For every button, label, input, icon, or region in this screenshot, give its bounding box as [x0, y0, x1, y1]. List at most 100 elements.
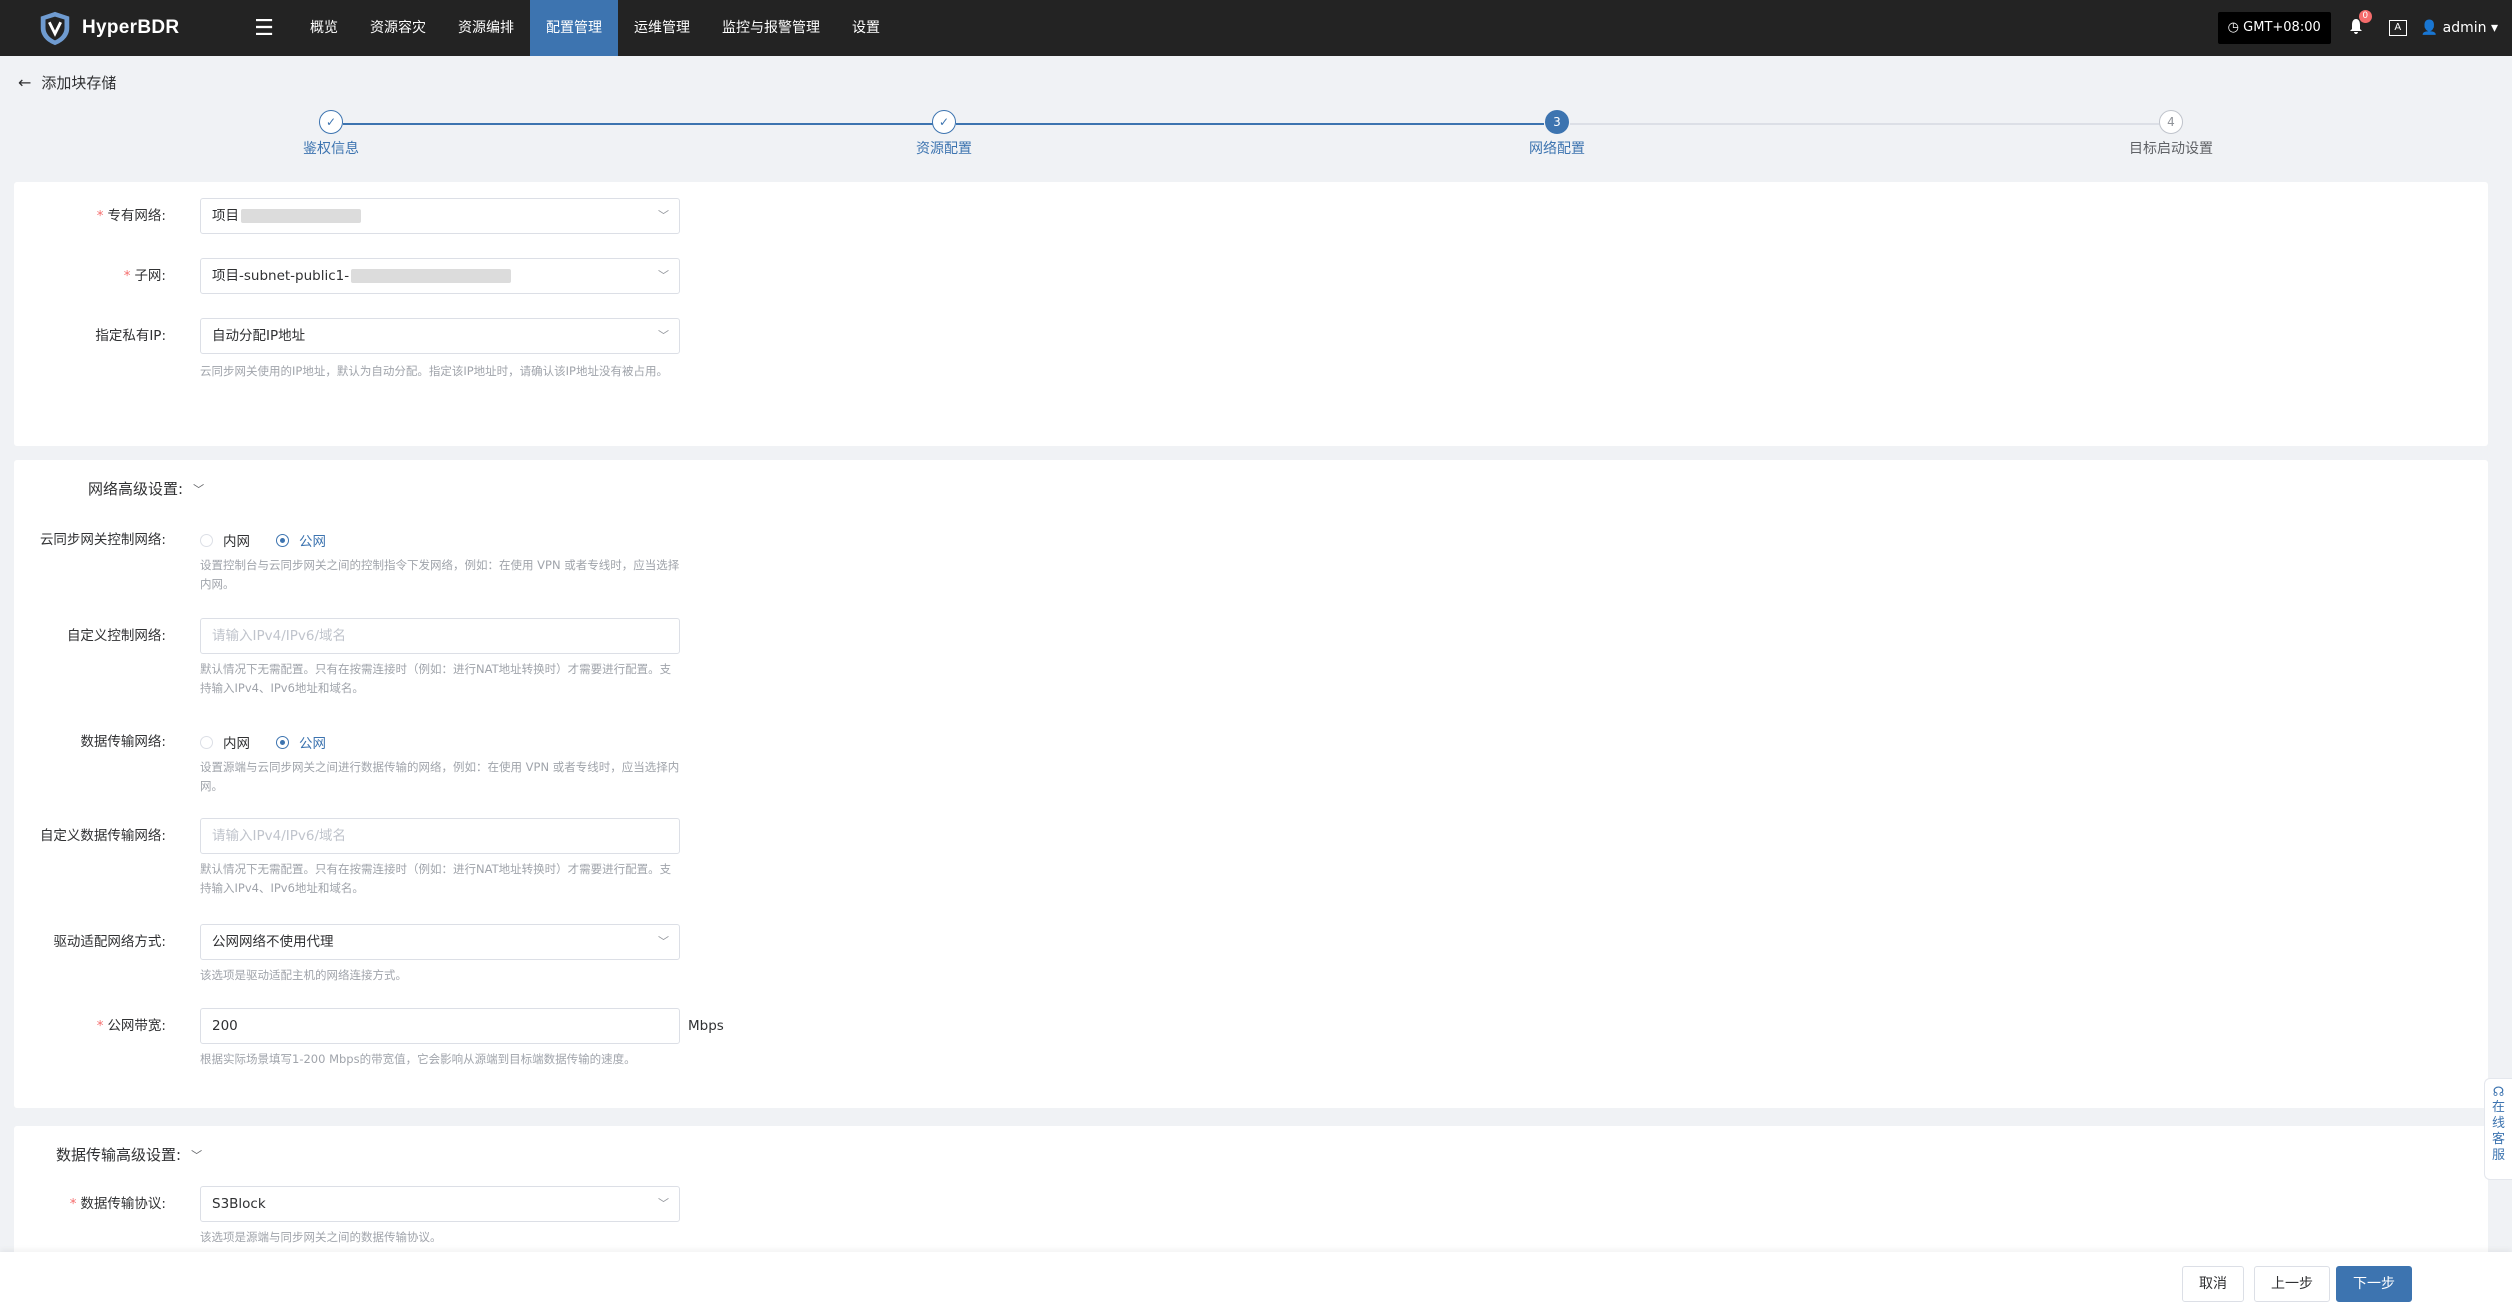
private-ip-select[interactable]: 自动分配IP地址 ﹀ — [200, 318, 680, 354]
radio-public[interactable]: 公网 — [276, 530, 326, 550]
service-char: 客 — [2491, 1132, 2505, 1147]
step-network: 3 网络配置 — [1457, 110, 1657, 158]
page-header: ← 添加块存储 — [18, 72, 116, 93]
nav-item-overview[interactable]: 概览 — [294, 0, 354, 56]
redacted-mask — [351, 269, 512, 283]
nav-item-settings[interactable]: 设置 — [836, 0, 896, 56]
step-auth: ✓ 鉴权信息 — [231, 110, 431, 158]
custom-control-input[interactable]: 请输入IPv4/IPv6/域名 — [200, 618, 680, 654]
vpc-label: * 专有网络: — [96, 208, 166, 224]
network-card: * 专有网络: 项目 ﹀ * 子网: 项目-subnet-public1- ﹀ 指定… — [14, 182, 2488, 446]
brand[interactable]: HyperBDR — [36, 9, 216, 47]
chevron-down-icon: ﹀ — [658, 1197, 669, 1210]
private-ip-label: 指定私有IP: — [95, 328, 166, 344]
vpc-select[interactable]: 项目 ﹀ — [200, 198, 680, 234]
driver-mode-select[interactable]: 公网网络不使用代理 ﹀ — [200, 924, 680, 960]
data-net-radio-group: 内网 公网 — [200, 724, 352, 760]
chevron-down-icon: ﹀ — [658, 269, 669, 282]
nav-item-dr[interactable]: 资源容灾 — [354, 0, 442, 56]
language-switch-icon[interactable]: A — [2388, 20, 2407, 36]
caret-down-icon: ▾ — [2490, 20, 2498, 36]
notification-badge: 0 — [2358, 10, 2372, 23]
radio-intranet[interactable]: 内网 — [200, 732, 250, 752]
cancel-button[interactable]: 取消 — [2182, 1266, 2244, 1302]
custom-control-help: 默认情况下无需配置。只有在按需连接时（例如：进行NAT地址转换时）才需要进行配置… — [200, 662, 672, 695]
step-label: 资源配置 — [916, 141, 972, 157]
custom-data-help: 默认情况下无需配置。只有在按需连接时（例如：进行NAT地址转换时）才需要进行配置… — [200, 862, 672, 895]
custom-control-label: 自定义控制网络: — [66, 628, 166, 644]
check-icon: ✓ — [932, 110, 956, 134]
transfer-section-toggle[interactable]: 数据传输高级设置: ﹀ — [56, 1144, 202, 1165]
driver-mode-help: 该选项是驱动适配主机的网络连接方式。 — [200, 968, 407, 982]
advanced-section-toggle[interactable]: 网络高级设置: ﹀ — [88, 478, 204, 499]
protocol-label: * 数据传输协议: — [69, 1196, 166, 1212]
timezone-button[interactable]: ◷ GMT+08:00 — [2217, 12, 2331, 44]
nav-item-monitor[interactable]: 监控与报警管理 — [706, 0, 836, 56]
redacted-mask — [241, 209, 361, 223]
radio-public[interactable]: 公网 — [276, 732, 326, 752]
step-connector-2 — [956, 123, 1544, 125]
headset-icon: ☊ — [2492, 1085, 2505, 1100]
app-name: HyperBDR — [82, 17, 180, 38]
prev-step-button[interactable]: 上一步 — [2254, 1266, 2330, 1302]
online-service-tab[interactable]: ☊ 在 线 客 服 — [2484, 1078, 2512, 1180]
page-title: 添加块存储 — [41, 74, 117, 92]
step-label: 目标启动设置 — [2129, 141, 2213, 157]
notification-bell-icon[interactable]: 0 — [2349, 10, 2372, 38]
control-net-label: 云同步网关控制网络: — [39, 532, 166, 548]
main-nav: 概览 资源容灾 资源编排 配置管理 运维管理 监控与报警管理 设置 — [294, 0, 896, 56]
chevron-down-icon: ﹀ — [658, 209, 669, 222]
transfer-card: 数据传输高级设置: ﹀ * 数据传输协议: S3Block ﹀ 该选项是源端与同步… — [14, 1126, 2488, 1256]
check-icon: ✓ — [319, 110, 343, 134]
user-name: admin — [2442, 20, 2487, 36]
service-char: 在 — [2491, 1100, 2505, 1115]
driver-mode-label: 驱动适配网络方式: — [53, 934, 166, 950]
custom-data-label: 自定义数据传输网络: — [39, 828, 166, 844]
bandwidth-help: 根据实际场景填写1-200 Mbps的带宽值，它会影响从源端到目标端数据传输的速… — [200, 1052, 636, 1066]
chevron-down-icon: ﹀ — [658, 935, 669, 948]
nav-item-orchestration[interactable]: 资源编排 — [442, 0, 530, 56]
private-ip-help: 云同步网关使用的IP地址，默认为自动分配。指定该IP地址时，请确认该IP地址没有… — [200, 364, 668, 378]
wizard-steps: ✓ 鉴权信息 ✓ 资源配置 3 网络配置 4 目标启动设置 — [0, 110, 2512, 160]
section-title: 数据传输高级设置: — [56, 1146, 182, 1164]
bandwidth-input[interactable]: 200 — [200, 1008, 680, 1044]
user-icon: 👤 — [2420, 20, 2439, 36]
step-number: 3 — [1545, 110, 1569, 134]
bandwidth-unit: Mbps — [688, 1018, 724, 1034]
clock-icon: ◷ — [2227, 20, 2240, 35]
top-right-tools: ◷ GMT+08:00 0 A 👤 admin ▾ — [2217, 0, 2512, 56]
step-label: 网络配置 — [1529, 141, 1585, 157]
user-menu[interactable]: 👤 admin ▾ — [2421, 20, 2498, 36]
footer-bar: 取消 上一步 下一步 — [0, 1252, 2512, 1314]
step-number: 4 — [2159, 110, 2183, 134]
nav-item-config[interactable]: 配置管理 — [530, 0, 618, 56]
step-boot: 4 目标启动设置 — [2071, 110, 2271, 158]
nav-item-ops[interactable]: 运维管理 — [618, 0, 706, 56]
subnet-label: * 子网: — [123, 268, 166, 284]
chevron-down-icon: ﹀ — [191, 1148, 203, 1162]
step-label: 鉴权信息 — [303, 141, 359, 157]
custom-data-input[interactable]: 请输入IPv4/IPv6/域名 — [200, 818, 680, 854]
next-step-button[interactable]: 下一步 — [2336, 1266, 2412, 1302]
top-navbar: HyperBDR ☰ 概览 资源容灾 资源编排 配置管理 运维管理 监控与报警管… — [0, 0, 2512, 56]
hyperbdr-shield-logo-icon — [40, 11, 70, 46]
radio-intranet[interactable]: 内网 — [200, 530, 250, 550]
timezone-label: GMT+08:00 — [2243, 20, 2321, 35]
data-net-label: 数据传输网络: — [80, 734, 166, 750]
service-char: 服 — [2491, 1148, 2505, 1163]
protocol-select[interactable]: S3Block ﹀ — [200, 1186, 680, 1222]
subnet-select[interactable]: 项目-subnet-public1- ﹀ — [200, 258, 680, 294]
control-net-help: 设置控制台与云同步网关之间的控制指令下发网络，例如：在使用 VPN 或者专线时，… — [200, 558, 680, 591]
chevron-down-icon: ﹀ — [193, 482, 205, 496]
back-arrow-icon[interactable]: ← — [18, 73, 31, 92]
data-net-help: 设置源端与云同步网关之间进行数据传输的网络，例如：在使用 VPN 或者专线时，应… — [200, 760, 680, 793]
chevron-down-icon: ﹀ — [658, 329, 669, 342]
step-resource: ✓ 资源配置 — [844, 110, 1044, 158]
advanced-network-card: 网络高级设置: ﹀ 云同步网关控制网络: 内网 公网 设置控制台与云同步网关之间… — [14, 460, 2488, 1108]
section-title: 网络高级设置: — [88, 480, 184, 498]
protocol-help: 该选项是源端与同步网关之间的数据传输协议。 — [200, 1230, 442, 1244]
service-char: 线 — [2491, 1116, 2505, 1131]
hamburger-icon[interactable]: ☰ — [246, 16, 282, 41]
control-net-radio-group: 内网 公网 — [200, 522, 352, 558]
bandwidth-label: * 公网带宽: — [96, 1018, 166, 1034]
